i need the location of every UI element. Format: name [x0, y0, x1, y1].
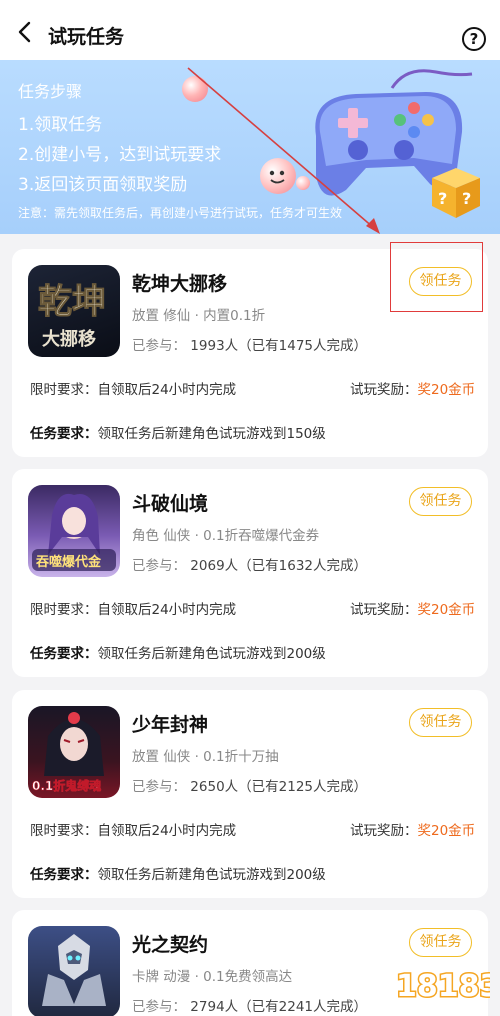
claim-task-button[interactable]: 领任务 [409, 928, 472, 957]
svg-text:18183: 18183 [396, 969, 490, 1004]
reward-value: 奖20金币 [417, 823, 476, 839]
task-steps-banner: 任务步骤 1.领取任务 2.创建小号，达到试玩要求 3.返回该页面领取奖励 ? … [0, 60, 500, 234]
site-watermark-logo: 18183 [390, 960, 500, 1006]
time-requirement: 限时要求：自领取后24小时内完成 [30, 819, 236, 839]
svg-text:?: ? [462, 189, 471, 208]
participants-count: 2069人 [190, 558, 239, 574]
page-title: 试玩任务 [48, 26, 125, 48]
time-req-label: 限时要求： [30, 823, 98, 839]
game-name: 乾坤大挪移 [132, 273, 228, 295]
help-icon[interactable]: ? [462, 27, 486, 51]
banner-step-1: 1.领取任务 [18, 115, 103, 135]
task-req-label: 任务要求： [30, 867, 98, 883]
participants-label: 已参与： [132, 779, 186, 795]
game-tags: 卡牌 动漫 · 0.1免费领高达 [132, 969, 293, 985]
participants-count: 1993人 [190, 338, 239, 354]
claim-task-button[interactable]: 领任务 [409, 708, 472, 737]
task-req-value: 领取任务后新建角色试玩游戏到200级 [97, 867, 326, 883]
top-bar: 试玩任务 ? [0, 0, 500, 60]
time-req-label: 限时要求： [30, 382, 98, 398]
reward-value: 奖20金币 [417, 382, 476, 398]
task-req-label: 任务要求： [30, 426, 98, 442]
game-name: 斗破仙境 [132, 493, 209, 515]
reward-value: 奖20金币 [417, 602, 476, 618]
svg-text:?: ? [438, 189, 447, 208]
reward-label: 试玩奖励： [350, 602, 418, 618]
completed-count: （已有1475人完成） [238, 338, 368, 354]
game-icon[interactable]: 吞噬爆代金 [28, 485, 120, 577]
smiley-bubble-icon [260, 158, 296, 194]
completed-count: （已有2125人完成） [238, 779, 368, 795]
task-req-value: 领取任务后新建角色试玩游戏到150级 [97, 426, 326, 442]
time-req-value: 自领取后24小时内完成 [97, 823, 237, 839]
participants-text: 已参与： 2650人（已有2125人完成） [132, 775, 367, 795]
game-name: 光之契约 [132, 934, 209, 956]
time-requirement: 限时要求：自领取后24小时内完成 [30, 598, 236, 618]
participants-text: 已参与： 1993人（已有1475人完成） [132, 334, 367, 354]
game-icon[interactable] [28, 926, 120, 1016]
svg-text:吞噬爆代金: 吞噬爆代金 [36, 554, 102, 570]
task-req-label: 任务要求： [30, 646, 98, 662]
svg-text:0.1折鬼缚魂: 0.1折鬼缚魂 [32, 778, 101, 793]
time-requirement: 限时要求：自领取后24小时内完成 [30, 378, 236, 398]
completed-count: （已有1632人完成） [238, 558, 368, 574]
claim-task-button[interactable]: 领任务 [409, 267, 472, 296]
question-dice-icon: ? ? [424, 160, 482, 220]
task-requirement: 任务要求：领取任务后新建角色试玩游戏到200级 [30, 863, 326, 883]
participants-label: 已参与： [132, 558, 186, 574]
banner-step-3: 3.返回该页面领取奖励 [18, 175, 188, 195]
game-name: 少年封神 [132, 714, 209, 736]
participants-label: 已参与： [132, 338, 186, 354]
task-card: 吞噬爆代金 斗破仙境 角色 仙侠 · 0.1折吞噬爆代金券 已参与： 2069人… [12, 469, 488, 677]
banner-title: 任务步骤 [18, 82, 83, 101]
task-req-value: 领取任务后新建角色试玩游戏到200级 [97, 646, 326, 662]
task-requirement: 任务要求：领取任务后新建角色试玩游戏到150级 [30, 422, 326, 442]
banner-step-2: 2.创建小号，达到试玩要求 [18, 145, 222, 165]
time-req-value: 自领取后24小时内完成 [97, 382, 237, 398]
game-icon[interactable]: 0.1折鬼缚魂 [28, 706, 120, 798]
trial-reward: 试玩奖励：奖20金币 [350, 598, 475, 618]
back-arrow-icon[interactable] [14, 20, 38, 44]
participants-count: 2650人 [190, 779, 239, 795]
game-icon[interactable]: 乾坤 大挪移 [28, 265, 120, 357]
time-req-value: 自领取后24小时内完成 [97, 602, 237, 618]
reward-label: 试玩奖励： [350, 382, 418, 398]
decorative-bubble [182, 76, 208, 102]
banner-note: 注意：需先领取任务后，再创建小号进行试玩，任务才可生效 [18, 206, 343, 220]
completed-count: （已有2241人完成） [238, 999, 368, 1015]
participants-text: 已参与： 2794人（已有2241人完成） [132, 995, 367, 1015]
reward-label: 试玩奖励： [350, 823, 418, 839]
svg-text:大挪移: 大挪移 [42, 328, 96, 350]
participants-text: 已参与： 2069人（已有1632人完成） [132, 554, 367, 574]
svg-text:乾坤: 乾坤 [38, 282, 106, 322]
task-requirement: 任务要求：领取任务后新建角色试玩游戏到200级 [30, 642, 326, 662]
trial-reward: 试玩奖励：奖20金币 [350, 819, 475, 839]
task-card: 乾坤 大挪移 乾坤大挪移 放置 修仙 · 内置0.1折 已参与： 1993人（已… [12, 242, 488, 457]
trial-reward: 试玩奖励：奖20金币 [350, 378, 475, 398]
participants-label: 已参与： [132, 999, 186, 1015]
game-tags: 放置 仙侠 · 0.1折十万抽 [132, 749, 279, 765]
time-req-label: 限时要求： [30, 602, 98, 618]
participants-count: 2794人 [190, 999, 239, 1015]
claim-task-button[interactable]: 领任务 [409, 487, 472, 516]
game-tags: 放置 修仙 · 内置0.1折 [132, 308, 266, 324]
task-card: 0.1折鬼缚魂 少年封神 放置 仙侠 · 0.1折十万抽 已参与： 2650人（… [12, 690, 488, 898]
game-tags: 角色 仙侠 · 0.1折吞噬爆代金券 [132, 528, 320, 544]
